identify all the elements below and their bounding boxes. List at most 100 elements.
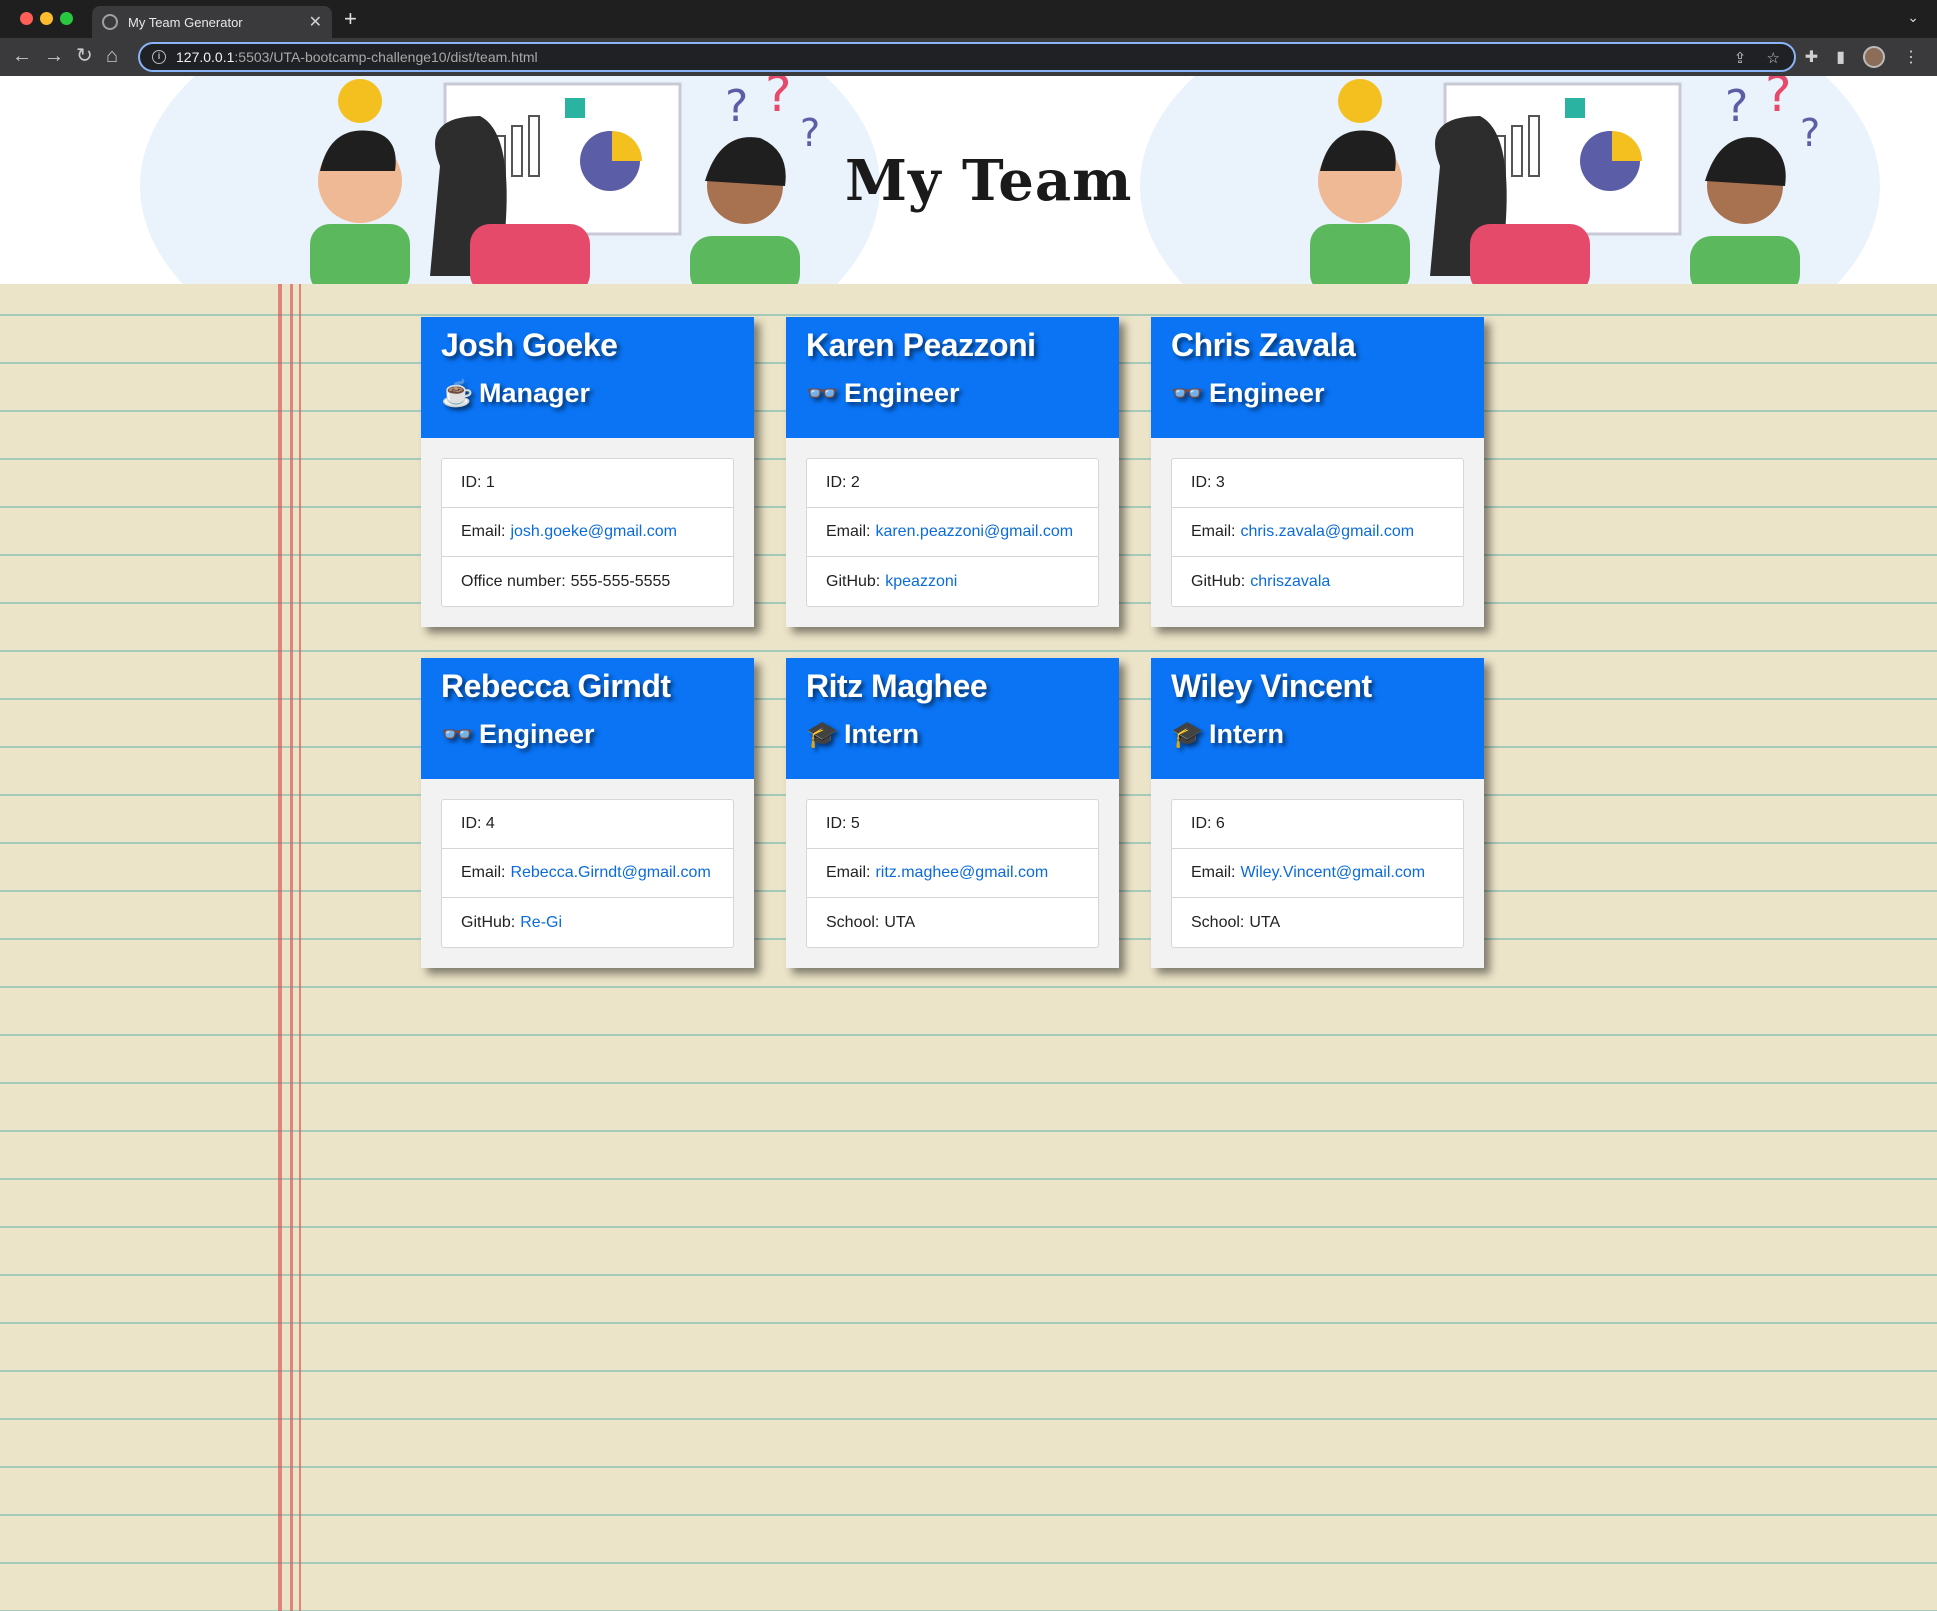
employee-card: Rebecca Girndt 👓 Engineer ID: 4 Email: Re… [421, 658, 754, 968]
id-row: ID: 6 [1172, 800, 1463, 849]
card-header: Rebecca Girndt 👓 Engineer [421, 658, 754, 779]
page-title: My Team [845, 148, 1133, 214]
school-row: School: UTA [807, 898, 1098, 947]
email-label: Email: [1191, 864, 1236, 881]
email-link[interactable]: Wiley.Vincent@gmail.com [1240, 864, 1425, 882]
employee-role: 👓 Engineer [441, 719, 734, 750]
employee-name: Karen Peazzoni [806, 327, 1036, 363]
browser-toolbar: ← → ↻ ⌂ i 127.0.0.1:5503/UTA-bootcamp-ch… [0, 38, 1937, 76]
github-link[interactable]: kpeazzoni [885, 573, 957, 591]
email-link[interactable]: chris.zavala@gmail.com [1240, 523, 1414, 541]
id-row: ID: 5 [807, 800, 1098, 849]
side-panel-icon[interactable]: ▮ [1836, 47, 1845, 67]
notebook-margin-line [290, 284, 293, 1611]
share-icon[interactable]: ⇪ [1734, 50, 1747, 67]
employee-role: ☕ Manager [441, 378, 734, 409]
profile-avatar[interactable] [1863, 46, 1885, 68]
tab-title: My Team Generator [128, 14, 243, 30]
glasses-icon: 👓 [806, 378, 839, 408]
page-viewport: ? ? ? ? ? ? My Team Josh Goeke ☕ Manager… [0, 76, 1937, 1611]
employee-details: ID: 1 Email: josh.goeke@gmail.com Office … [441, 458, 734, 607]
employee-card: Wiley Vincent 🎓 Intern ID: 6 Email: Wiley… [1151, 658, 1484, 968]
globe-icon [102, 14, 118, 30]
employee-card: Josh Goeke ☕ Manager ID: 1 Email: josh.go… [421, 317, 754, 627]
back-icon[interactable]: ← [12, 45, 32, 67]
card-header: Ritz Maghee 🎓 Intern [786, 658, 1119, 779]
site-info-icon[interactable]: i [152, 50, 166, 64]
url-host: 127.0.0.1 [176, 49, 235, 65]
id-text: ID: 3 [1191, 474, 1225, 491]
office-number-value: 555-555-5555 [570, 572, 671, 590]
id-text: ID: 4 [461, 815, 495, 832]
email-row: Email: Wiley.Vincent@gmail.com [1172, 849, 1463, 898]
browser-tab[interactable]: My Team Generator ✕ [92, 6, 332, 38]
email-label: Email: [461, 864, 506, 881]
email-row: Email: ritz.maghee@gmail.com [807, 849, 1098, 898]
id-text: ID: 6 [1191, 815, 1225, 832]
employee-card: Ritz Maghee 🎓 Intern ID: 5 Email: ritz.ma… [786, 658, 1119, 968]
email-link[interactable]: karen.peazzoni@gmail.com [875, 523, 1073, 541]
minimize-window-button[interactable] [40, 12, 53, 25]
svg-text:?: ? [765, 76, 792, 123]
office-number-row: Office number: 555-555-5555 [442, 557, 733, 606]
extensions-puzzle-icon[interactable]: ✚ [1805, 47, 1818, 67]
role-label: Engineer [1209, 378, 1325, 408]
card-header: Karen Peazzoni 👓 Engineer [786, 317, 1119, 438]
url-path: :5503/UTA-bootcamp-challenge10/dist/team… [234, 49, 538, 65]
email-row: Email: Rebecca.Girndt@gmail.com [442, 849, 733, 898]
id-text: ID: 1 [461, 474, 495, 491]
reload-icon[interactable]: ↻ [76, 45, 93, 67]
github-row: GitHub: Re-Gi [442, 898, 733, 947]
github-label: GitHub: [461, 913, 516, 931]
id-row: ID: 4 [442, 800, 733, 849]
new-tab-button[interactable]: + [344, 8, 357, 30]
tab-search-icon[interactable]: ⌄ [1907, 9, 1919, 26]
id-text: ID: 5 [826, 815, 860, 832]
employee-name: Rebecca Girndt [441, 668, 671, 704]
id-text: ID: 2 [826, 474, 860, 491]
email-row: Email: josh.goeke@gmail.com [442, 508, 733, 557]
email-link[interactable]: josh.goeke@gmail.com [510, 523, 677, 541]
employee-card: Karen Peazzoni 👓 Engineer ID: 2 Email: ka… [786, 317, 1119, 627]
school-row: School: UTA [1172, 898, 1463, 947]
coffee-icon: ☕ [441, 378, 474, 408]
hero-banner: ? ? ? ? ? ? My Team [0, 76, 1937, 284]
school-value: UTA [884, 913, 916, 931]
browser-menu-icon[interactable]: ⋮ [1903, 47, 1919, 67]
close-window-button[interactable] [20, 12, 33, 25]
role-label: Engineer [844, 378, 960, 408]
home-icon[interactable]: ⌂ [106, 45, 118, 67]
employee-name: Ritz Maghee [806, 668, 988, 704]
employee-role: 👓 Engineer [806, 378, 1099, 409]
address-bar[interactable]: i 127.0.0.1:5503/UTA-bootcamp-challenge1… [138, 42, 1796, 72]
notebook-margin-line [278, 284, 282, 1611]
employee-details: ID: 4 Email: Rebecca.Girndt@gmail.com Git… [441, 799, 734, 948]
role-label: Engineer [479, 719, 595, 749]
employee-name: Josh Goeke [441, 327, 618, 363]
employee-name: Wiley Vincent [1171, 668, 1372, 704]
email-link[interactable]: ritz.maghee@gmail.com [875, 864, 1048, 882]
employee-role: 🎓 Intern [1171, 719, 1464, 750]
employee-details: ID: 2 Email: karen.peazzoni@gmail.com Git… [806, 458, 1099, 607]
email-row: Email: karen.peazzoni@gmail.com [807, 508, 1098, 557]
svg-text:?: ? [725, 81, 748, 132]
github-label: GitHub: [1191, 572, 1246, 590]
close-tab-icon[interactable]: ✕ [309, 12, 322, 32]
forward-icon[interactable]: → [44, 45, 64, 67]
email-row: Email: chris.zavala@gmail.com [1172, 508, 1463, 557]
graduate-icon: 🎓 [806, 719, 839, 749]
github-link[interactable]: Re-Gi [520, 914, 562, 932]
school-label: School: [1191, 913, 1245, 931]
bookmark-star-icon[interactable]: ☆ [1767, 50, 1780, 67]
svg-text:?: ? [1765, 76, 1792, 123]
svg-text:?: ? [1725, 81, 1748, 132]
role-label: Intern [1209, 719, 1285, 749]
card-header: Josh Goeke ☕ Manager [421, 317, 754, 438]
graduate-icon: 🎓 [1171, 719, 1204, 749]
github-label: GitHub: [826, 572, 881, 590]
id-row: ID: 1 [442, 459, 733, 508]
glasses-icon: 👓 [441, 719, 474, 749]
github-link[interactable]: chriszavala [1250, 573, 1330, 591]
maximize-window-button[interactable] [60, 12, 73, 25]
email-link[interactable]: Rebecca.Girndt@gmail.com [510, 864, 710, 882]
